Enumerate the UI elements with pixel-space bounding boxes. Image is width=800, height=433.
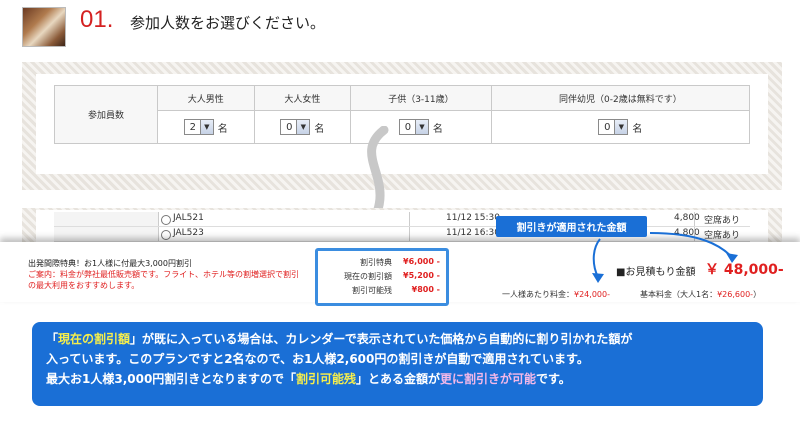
step-photo xyxy=(22,7,66,47)
chevron-down-icon[interactable]: ▼ xyxy=(614,120,628,134)
flight-name: JAL521 xyxy=(173,213,204,223)
discount-row: 割引特典 ¥6,000 - xyxy=(318,257,446,269)
discount-label: 割引可能残 xyxy=(352,286,392,295)
flight-date: 11/12 xyxy=(446,213,472,223)
divider xyxy=(409,227,410,241)
adult-male-select[interactable]: 2 ▼ xyxy=(183,119,214,135)
header-adult-female: 大人女性 xyxy=(253,85,352,111)
per-person-price: 一人様あたり料金：¥24,000- xyxy=(502,290,610,299)
flight-row-spacer xyxy=(54,212,159,226)
discount-label: 現在の割引額 xyxy=(344,272,392,281)
header-infant: 同伴幼児（0-2歳は無料です） xyxy=(490,85,751,111)
chevron-down-icon[interactable]: ▼ xyxy=(296,120,310,134)
discount-value: ¥5,200 - xyxy=(403,271,440,280)
promo-title: 出発間際特典！お1人様に付最大3,000円割引 xyxy=(28,259,192,268)
divider xyxy=(694,212,695,226)
base-price: 基本料金（大人1名：¥26,600-） xyxy=(640,290,762,299)
discount-row: 割引可能残 ¥800 - xyxy=(318,285,446,297)
estimate-value: ￥ 48,000- xyxy=(705,262,784,278)
infant-cell: 0 ▼ 名 xyxy=(490,110,751,144)
explanation-line-1: 「現在の割引額」が既に入っている場合は、カレンダーで表示されていた価格から自動的… xyxy=(46,332,633,346)
explanation-line-2: 入っています。このプランですと2名なので、お1人様2,600円の割引きが自動で適… xyxy=(46,352,589,366)
flight-radio[interactable] xyxy=(161,215,171,225)
header-adult-male: 大人男性 xyxy=(157,85,255,111)
discount-value: ¥800 - xyxy=(411,285,440,294)
unit-label: 名 xyxy=(432,123,443,135)
discount-value: ¥6,000 - xyxy=(403,257,440,266)
promo-block: 出発間際特典！お1人様に付最大3,000円割引 ご案内：料金が弊社最低販売額です… xyxy=(28,258,303,291)
adult-male-cell: 2 ▼ 名 xyxy=(157,110,255,144)
unit-label: 名 xyxy=(632,123,643,135)
adult-female-cell: 0 ▼ 名 xyxy=(253,110,352,144)
flight-price: 4,800 xyxy=(674,213,700,223)
explanation-box: 「現在の割引額」が既に入っている場合は、カレンダーで表示されていた価格から自動的… xyxy=(32,322,763,406)
unit-label: 名 xyxy=(314,123,325,135)
callout-label: 割引きが適用された金額 xyxy=(496,216,647,237)
unit-label: 名 xyxy=(217,123,228,135)
promo-note: ご案内：料金が弊社最低販売額です。フライト、ホテル等の割増選択で割引の最大利用を… xyxy=(28,270,300,290)
chevron-down-icon[interactable]: ▼ xyxy=(414,120,428,134)
flight-radio[interactable] xyxy=(161,230,171,240)
discount-row: 現在の割引額 ¥5,200 - xyxy=(318,271,446,283)
discount-box: 割引特典 ¥6,000 - 現在の割引額 ¥5,200 - 割引可能残 ¥800… xyxy=(315,248,449,306)
step-title: 参加人数をお選びください。 xyxy=(130,14,326,32)
header-child: 子供（3-11歳） xyxy=(350,85,492,111)
chevron-down-icon[interactable]: ▼ xyxy=(199,120,213,134)
discount-label: 割引特典 xyxy=(360,258,392,267)
flight-row-spacer xyxy=(54,227,159,241)
divider xyxy=(409,212,410,226)
explanation-line-3: 最大お1人様3,000円割引きとなりますので「割引可能残」とある金額が更に割引き… xyxy=(46,372,571,386)
adult-female-select[interactable]: 0 ▼ xyxy=(280,119,311,135)
step-number: 01. xyxy=(80,6,114,33)
estimate-label: ■お見積もり金額 xyxy=(616,267,696,278)
flight-date: 11/12 xyxy=(446,228,472,238)
flight-name: JAL523 xyxy=(173,228,204,238)
party-row-label: 参加員数 xyxy=(54,85,158,144)
infant-select[interactable]: 0 ▼ xyxy=(598,119,629,135)
